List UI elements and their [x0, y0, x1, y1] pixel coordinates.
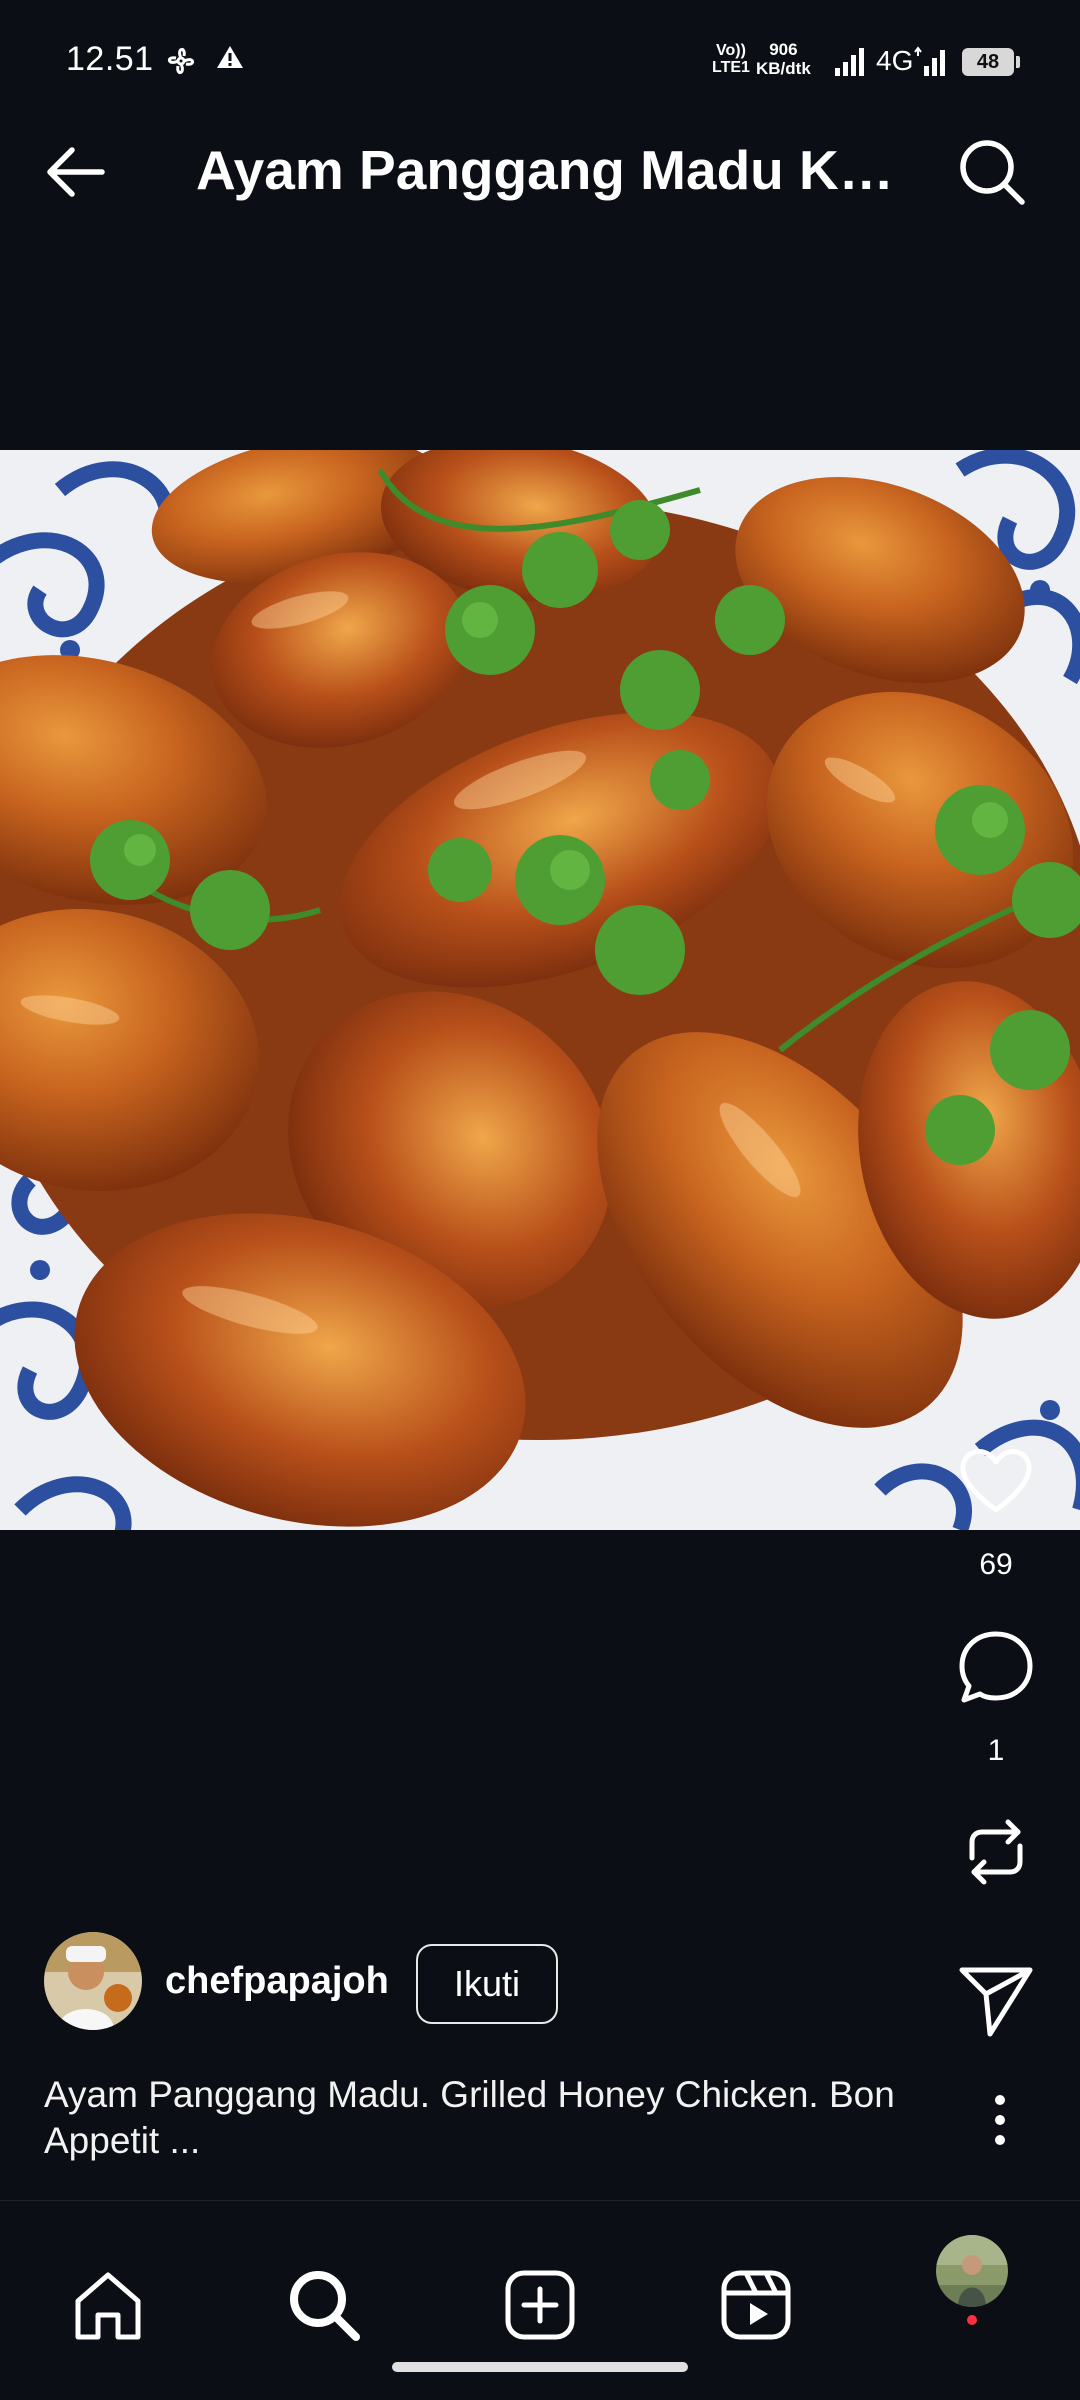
more-options-icon[interactable]: [980, 2090, 1020, 2150]
notification-dot: [967, 2315, 977, 2325]
profile-avatar[interactable]: [936, 2235, 1008, 2307]
share-icon[interactable]: [956, 1960, 1036, 2040]
app-header: Ayam Panggang Madu Ketchup: [0, 92, 1080, 252]
volte-indicator: Vo)) LTE1: [712, 42, 750, 76]
comment-count: 1: [987, 1734, 1005, 1767]
status-bar: 12.51 Vo)) LTE1 906 KB/dtk 4G 48: [0, 0, 1080, 92]
chicken-wings-photo: [0, 450, 1080, 1530]
author-username[interactable]: chefpapajoh: [165, 1960, 389, 2003]
post-image[interactable]: [0, 450, 1080, 1530]
signal-icon: [835, 48, 864, 76]
create-post-icon[interactable]: [500, 2265, 580, 2345]
follow-button[interactable]: Ikuti: [416, 1944, 558, 2024]
search-icon[interactable]: [956, 136, 1028, 208]
like-count: 69: [979, 1548, 1013, 1581]
page-title: Ayam Panggang Madu Ketchup: [196, 139, 896, 201]
data-speed: 906 KB/dtk: [756, 40, 811, 78]
explore-search-icon[interactable]: [284, 2265, 364, 2345]
repost-icon[interactable]: [956, 1812, 1036, 1892]
author-avatar[interactable]: [44, 1932, 142, 2030]
signal-icon-2: [914, 46, 945, 76]
reels-icon[interactable]: [716, 2265, 796, 2345]
warning-icon: [217, 46, 243, 68]
home-icon[interactable]: [68, 2265, 148, 2345]
battery-indicator: 48: [962, 48, 1020, 76]
fan-icon: [168, 48, 194, 74]
heart-icon[interactable]: [956, 1440, 1036, 1520]
network-type: 4G: [876, 45, 914, 76]
back-arrow-icon[interactable]: [40, 142, 110, 202]
home-gesture-bar[interactable]: [392, 2362, 688, 2372]
post-caption[interactable]: Ayam Panggang Madu. Grilled Honey Chicke…: [44, 2072, 944, 2164]
status-time: 12.51: [66, 40, 154, 78]
comment-icon[interactable]: [956, 1628, 1036, 1708]
